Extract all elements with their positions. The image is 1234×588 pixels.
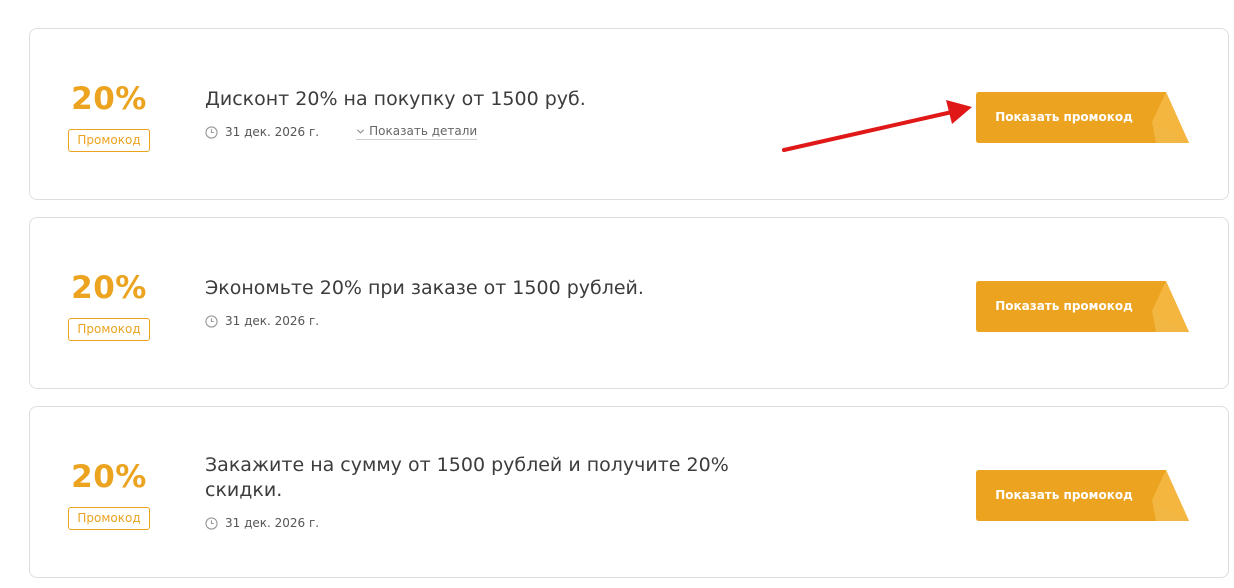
discount-value: 20% [71, 270, 147, 306]
promo-type-badge: Промокод [68, 129, 150, 152]
offer-meta: 31 дек. 2026 г. Показать детали [205, 123, 765, 141]
show-promo-code-label: Показать промокод [995, 299, 1133, 313]
coupon-card: 20% Промокод Дисконт 20% на покупку от 1… [29, 28, 1229, 200]
discount-block: 20% Промокод [60, 81, 158, 152]
show-promo-code-button[interactable]: Показать промокод [976, 281, 1189, 332]
show-promo-code-label: Показать промокод [995, 110, 1133, 124]
expiry-date: 31 дек. 2026 г. [225, 516, 320, 530]
coupon-list: 20% Промокод Дисконт 20% на покупку от 1… [29, 28, 1229, 578]
offer-info: Экономьте 20% при заказе от 1500 рублей.… [205, 276, 765, 330]
discount-value: 20% [71, 459, 147, 495]
promo-type-badge: Промокод [68, 318, 150, 341]
offer-title: Закажите на сумму от 1500 рублей и получ… [205, 454, 729, 501]
offer-meta: 31 дек. 2026 г. [205, 514, 765, 532]
discount-block: 20% Промокод [60, 459, 158, 530]
show-promo-code-label: Показать промокод [995, 488, 1133, 502]
offer-meta: 31 дек. 2026 г. [205, 312, 765, 330]
show-details-link[interactable]: Показать детали [356, 124, 478, 140]
offer-info: Дисконт 20% на покупку от 1500 руб. 31 д… [205, 87, 765, 141]
clock-icon [205, 516, 218, 530]
discount-block: 20% Промокод [60, 270, 158, 341]
expiry-date: 31 дек. 2026 г. [225, 125, 320, 139]
coupon-card: 20% Промокод Экономьте 20% при заказе от… [29, 217, 1229, 389]
show-promo-code-button[interactable]: Показать промокод [976, 470, 1189, 521]
show-promo-code-button[interactable]: Показать промокод [976, 92, 1189, 143]
offer-title: Дисконт 20% на покупку от 1500 руб. [205, 88, 586, 110]
expiry-date: 31 дек. 2026 г. [225, 314, 320, 328]
clock-icon [205, 314, 218, 328]
offer-title: Экономьте 20% при заказе от 1500 рублей. [205, 277, 644, 299]
clock-icon [205, 125, 218, 139]
chevron-down-icon [357, 128, 365, 134]
show-details-label: Показать детали [369, 124, 478, 138]
promo-type-badge: Промокод [68, 507, 150, 530]
coupon-card: 20% Промокод Закажите на сумму от 1500 р… [29, 406, 1229, 578]
offer-info: Закажите на сумму от 1500 рублей и получ… [205, 453, 765, 532]
discount-value: 20% [71, 81, 147, 117]
